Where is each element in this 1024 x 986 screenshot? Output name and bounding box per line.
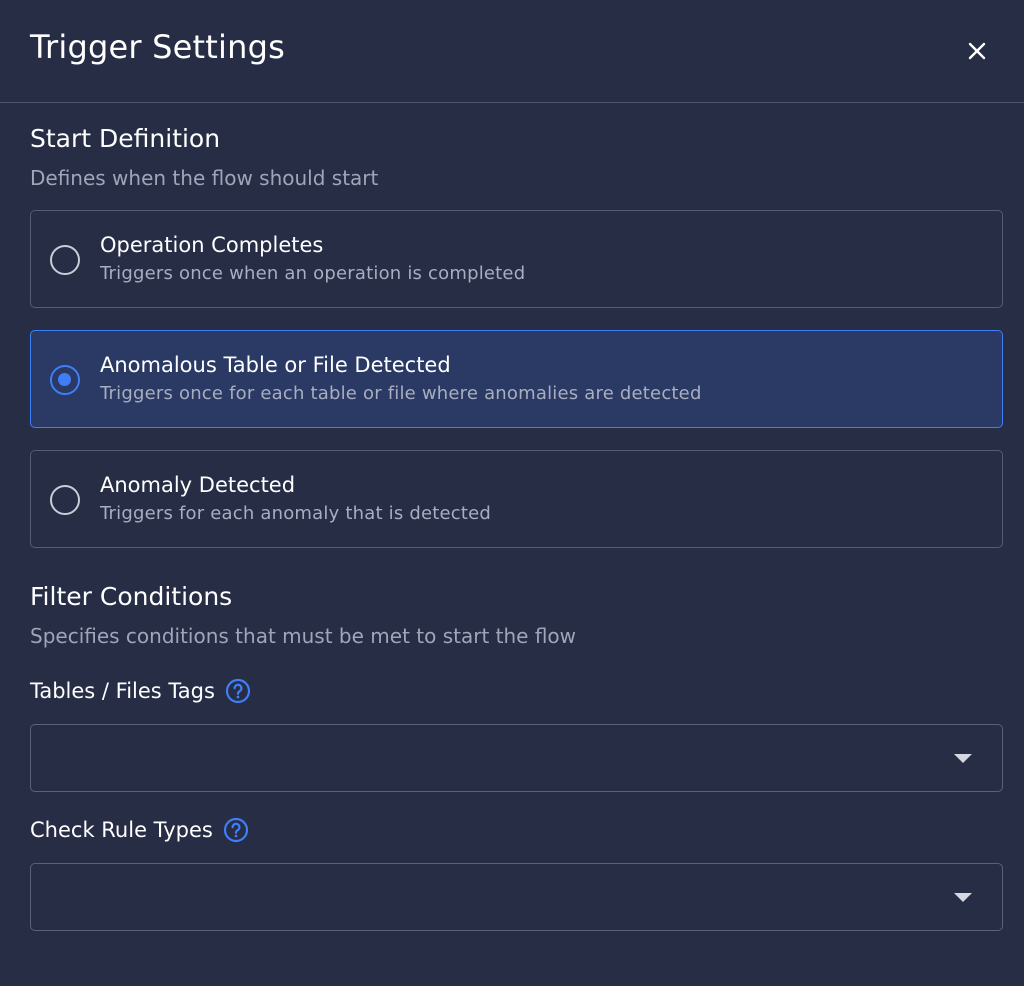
option-operation-completes[interactable]: Operation Completes Triggers once when a…	[30, 210, 1003, 308]
radio-operation-completes[interactable]	[50, 245, 80, 275]
dialog-header: Trigger Settings	[0, 0, 1024, 103]
option-sublabel: Triggers once for each table or file whe…	[100, 383, 702, 404]
radio-dot	[58, 373, 71, 386]
check-rule-types-label-row: Check Rule Types	[30, 817, 249, 843]
close-button[interactable]	[962, 36, 992, 66]
check-rule-types-select[interactable]	[30, 863, 1003, 931]
help-icon[interactable]	[223, 817, 249, 843]
option-label: Anomalous Table or File Detected	[100, 353, 451, 377]
close-icon[interactable]	[967, 41, 987, 61]
tables-files-tags-label-row: Tables / Files Tags	[30, 678, 251, 704]
option-anomalous-table-or-file-detected[interactable]: Anomalous Table or File Detected Trigger…	[30, 330, 1003, 428]
option-label: Anomaly Detected	[100, 473, 296, 497]
radio-anomaly-detected[interactable]	[50, 485, 80, 515]
caret-down-icon[interactable]	[954, 893, 972, 902]
filter-conditions-description: Specifies conditions that must be met to…	[30, 624, 577, 648]
radio-anomalous-table-or-file-detected[interactable]	[50, 365, 80, 395]
start-definition-description: Defines when the flow should start	[30, 166, 379, 190]
check-rule-types-label: Check Rule Types	[30, 818, 213, 842]
option-anomaly-detected[interactable]: Anomaly Detected Triggers for each anoma…	[30, 450, 1003, 548]
option-label: Operation Completes	[100, 233, 324, 257]
dialog-title: Trigger Settings	[30, 28, 285, 66]
tables-files-tags-label: Tables / Files Tags	[30, 679, 215, 703]
option-sublabel: Triggers once when an operation is compl…	[100, 263, 526, 284]
help-icon[interactable]	[225, 678, 251, 704]
caret-down-icon[interactable]	[954, 754, 972, 763]
tables-files-tags-select[interactable]	[30, 724, 1003, 792]
option-sublabel: Triggers for each anomaly that is detect…	[100, 503, 492, 524]
start-definition-title: Start Definition	[30, 124, 221, 153]
filter-conditions-title: Filter Conditions	[30, 582, 233, 611]
